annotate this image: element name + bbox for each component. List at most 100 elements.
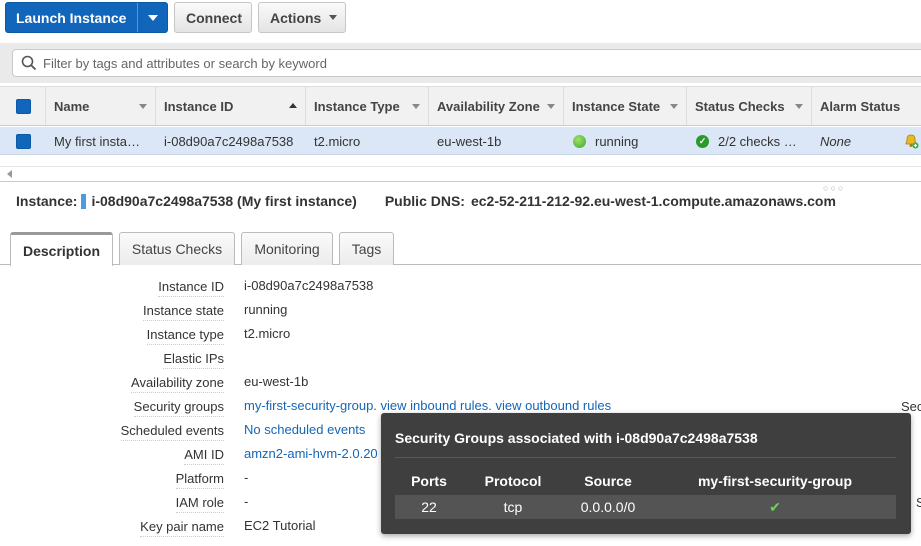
table-horizontal-scrollbar[interactable] (0, 166, 921, 180)
chevron-down-icon (147, 14, 158, 21)
toolbar: Launch Instance Connect Actions (0, 0, 921, 40)
search-icon (21, 55, 37, 71)
security-groups-popup: Security Groups associated with i-08d90a… (381, 413, 911, 534)
cell-instance-type: t2.micro (314, 133, 361, 149)
column-alarm-status[interactable]: Alarm Status (812, 87, 921, 125)
sort-ascending-icon (289, 103, 297, 108)
select-all-cell (0, 87, 46, 125)
column-instance-state-label: Instance State (572, 98, 661, 114)
tab-description[interactable]: Description (10, 232, 113, 266)
column-status-checks-label: Status Checks (695, 98, 785, 114)
popup-divider (395, 457, 896, 458)
select-all-checkbox[interactable] (16, 98, 31, 114)
check-mark-icon: ✔ (769, 499, 781, 515)
popup-cell-protocol: tcp (503, 499, 523, 515)
cell-status-checks: ✓ 2/2 checks … (696, 127, 797, 155)
table-row[interactable]: My first insta… i-08d90a7c2498a7538 t2.m… (0, 127, 921, 155)
field-label-iam-role: IAM role (175, 495, 224, 513)
column-instance-id-label: Instance ID (164, 98, 234, 114)
cell-instance-state: running (573, 127, 638, 155)
status-checks-text: 2/2 checks … (718, 133, 797, 149)
column-instance-type[interactable]: Instance Type (306, 87, 429, 125)
tab-monitoring-label: Monitoring (254, 241, 320, 257)
public-dns-label: Public DNS: (384, 193, 465, 209)
sort-icon (139, 104, 147, 109)
right-column-label-clipped: S (916, 495, 921, 510)
tab-description-label: Description (22, 242, 100, 259)
sort-icon (795, 104, 803, 109)
column-instance-state[interactable]: Instance State (564, 87, 687, 125)
view-inbound-rules-link[interactable]: view inbound rules. (381, 398, 492, 413)
table-header: Name Instance ID Instance Type Availabil… (0, 86, 921, 126)
tab-status-checks-label: Status Checks (131, 241, 223, 257)
launch-instance-label: Launch Instance (16, 9, 127, 26)
security-group-link[interactable]: my-first-security-group. (244, 398, 377, 413)
tab-tags[interactable]: Tags (339, 232, 394, 265)
filter-input-wrapper (12, 49, 921, 77)
column-alarm-status-label: Alarm Status (820, 98, 901, 114)
row-checkbox[interactable] (16, 133, 31, 149)
instance-header-value: i-08d90a7c2498a7538 (My first instance) (91, 193, 357, 209)
view-outbound-rules-link[interactable]: view outbound rules (495, 398, 611, 413)
popup-header-protocol: Protocol (484, 473, 542, 489)
row-checkbox-cell (16, 127, 31, 155)
field-value-platform: - (244, 470, 249, 485)
cell-availability-zone: eu-west-1b (437, 133, 502, 149)
tab-tags-label: Tags (351, 241, 382, 257)
scroll-left-icon[interactable] (7, 170, 12, 178)
field-label-instance-type: Instance type (146, 327, 224, 345)
field-label-ami-id: AMI ID (184, 447, 224, 465)
field-label-elastic-ips: Elastic IPs (163, 351, 224, 369)
column-instance-id[interactable]: Instance ID (156, 87, 306, 125)
chevron-down-icon (329, 15, 338, 20)
tab-status-checks[interactable]: Status Checks (119, 232, 235, 265)
tab-monitoring[interactable]: Monitoring (241, 232, 333, 265)
popup-cell-port: 22 (421, 499, 437, 515)
field-value-instance-id: i-08d90a7c2498a7538 (244, 278, 374, 293)
right-column-label-clipped: Sec (901, 399, 921, 414)
actions-button[interactable]: Actions (258, 2, 346, 33)
column-name-label: Name (54, 98, 90, 114)
field-label-key-pair-name: Key pair name (140, 519, 224, 537)
field-label-security-groups: Security groups (133, 399, 224, 417)
field-label-availability-zone: Availability zone (131, 375, 224, 393)
sort-icon (547, 104, 555, 109)
sort-icon (670, 104, 678, 109)
field-value-key-pair-name: EC2 Tutorial (244, 518, 316, 533)
pane-splitter[interactable] (0, 181, 921, 182)
check-circle-icon: ✓ (696, 134, 709, 148)
instance-marker-icon (81, 193, 87, 209)
launch-dropdown-toggle[interactable] (137, 3, 167, 32)
popup-cell-source: 0.0.0.0/0 (580, 499, 636, 515)
detail-tabs: Description Status Checks Monitoring Tag… (0, 231, 921, 266)
connect-label: Connect (186, 9, 242, 26)
sort-icon (412, 104, 420, 109)
field-label-instance-id: Instance ID (158, 279, 224, 297)
alarm-bell-add-icon[interactable] (903, 133, 919, 149)
running-status-icon (573, 134, 586, 148)
cell-alarm-action (903, 127, 919, 155)
column-name[interactable]: Name (46, 87, 156, 125)
public-dns-value: ec2-52-211-212-92.eu-west-1.compute.amaz… (470, 193, 836, 209)
field-label-platform: Platform (175, 471, 224, 489)
connect-button[interactable]: Connect (174, 2, 252, 33)
popup-header-group: my-first-security-group (697, 473, 853, 489)
cell-name: My first insta… (54, 133, 140, 149)
cell-alarm-status: None (820, 133, 852, 149)
instance-state-text: running (595, 133, 639, 149)
field-value-instance-type: t2.micro (244, 326, 291, 341)
column-availability-zone[interactable]: Availability Zone (429, 87, 564, 125)
column-status-checks[interactable]: Status Checks (687, 87, 812, 125)
actions-label: Actions (270, 9, 322, 26)
scheduled-events-link[interactable]: No scheduled events (244, 422, 365, 437)
field-label-scheduled-events: Scheduled events (120, 423, 224, 441)
filter-bar (0, 43, 921, 83)
ami-id-link[interactable]: amzn2-ami-hvm-2.0.20 (244, 446, 378, 461)
instance-header: Instance: i-08d90a7c2498a7538 (My first … (16, 193, 836, 209)
filter-input[interactable] (43, 55, 921, 71)
launch-instance-button[interactable]: Launch Instance (5, 2, 168, 33)
field-value-instance-state: running (244, 302, 288, 317)
splitter-grip-icon[interactable]: ○○○ (823, 183, 845, 193)
popup-header-source: Source (584, 473, 632, 489)
column-instance-type-label: Instance Type (314, 98, 400, 114)
